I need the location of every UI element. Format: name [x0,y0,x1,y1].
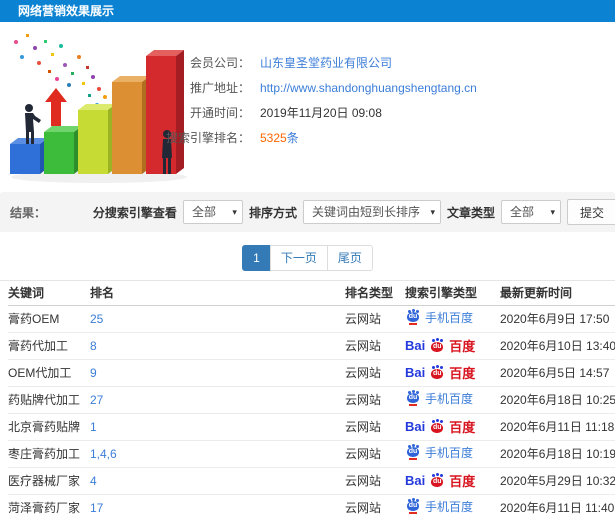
baidu-logo-badge: Bai du 百度 [405,473,476,489]
mobile-baidu-paw-icon: du [405,498,421,515]
engine-rank-unit[interactable]: 条 [287,131,299,145]
keyword-cell: 枣庄膏药加工 [8,440,90,468]
updated-time-cell: 2020年6月11日 11:40 [500,494,615,520]
keyword-cell: 药贴牌代加工 [8,386,90,414]
mobile-baidu-badge: du 手机百度 [405,390,473,407]
member-company-link[interactable]: 山东皇圣堂药业有限公司 [260,54,392,71]
baidu-logo-badge: Bai du 百度 [405,338,476,354]
page-title: 网络营销效果展示 [18,4,115,18]
updated-time-cell: 2020年6月11日 11:18 [500,413,615,441]
engine-filter-label: 分搜索引擎查看 [92,205,177,220]
table-row: 医疗器械厂家 4 云网站 Bai du 百度 2020年5月29日 10:32 [8,467,615,495]
promo-url-label: 推广地址： [189,81,250,95]
rank-type-cell: 云网站 [345,494,405,520]
engine-filter-select[interactable]: 全部 [182,200,243,224]
info-section: 会员公司： 山东皇圣堂药业有限公司 推广地址： http://www.shand… [0,22,615,188]
keyword-cell: OEM代加工 [8,359,90,387]
open-time-value: 2019年11月20日 09:08 [260,106,382,120]
promo-url-link[interactable]: http://www.shandonghuangshengtang.cn [260,81,477,95]
table-row: 药贴牌代加工 27 云网站 du 手机百度 2020年6月18日 10:25 [8,386,615,414]
rank-type-cell: 云网站 [345,467,405,495]
engine-type-cell: Bai du 百度 [405,467,500,495]
keyword-cell: 医疗器械厂家 [8,467,90,495]
rank-type-cell: 云网站 [345,440,405,468]
mobile-baidu-paw-icon: du [405,444,421,461]
submit-button[interactable]: 提交 [566,199,615,225]
rank-type-cell: 云网站 [345,305,405,333]
rank-type-cell: 云网站 [345,386,405,414]
baidu-logo-badge: Bai du 百度 [405,365,476,381]
rank-type-cell: 云网站 [345,413,405,441]
updated-time-cell: 2020年6月18日 10:19 [500,440,615,468]
baidu-paw-icon: du [429,473,445,489]
info-rows: 会员公司： 山东皇圣堂药业有限公司 推广地址： http://www.shand… [0,50,615,150]
page-button-current[interactable]: 1 [242,245,271,271]
col-engine-type: 搜索引擎类型 [405,281,500,306]
engine-type-cell: Bai du 百度 [405,332,500,360]
results-table: 关键词 排名 排名类型 搜索引擎类型 最新更新时间 膏药OEM 25 云网站 d… [0,280,615,520]
updated-time-cell: 2020年6月10日 13:40 [500,332,615,360]
mobile-baidu-paw-icon: du [405,309,421,326]
keyword-cell: 菏泽膏药厂家 [8,494,90,520]
page-button-next[interactable]: 下一页 [269,245,328,271]
mobile-baidu-badge: du 手机百度 [405,444,473,461]
engine-type-cell: Bai du 百度 [405,413,500,441]
filter-bar: 结果： 分搜索引擎查看 全部 排序方式 关键词由短到长排序 文章类型 全部 提交 [0,192,615,232]
keyword-cell: 膏药代加工 [8,332,90,360]
mobile-baidu-badge: du 手机百度 [405,309,473,326]
table-row: 枣庄膏药加工 1,4,6 云网站 du 手机百度 2020年6月18日 10:1… [8,440,615,468]
col-rank-type: 排名类型 [345,281,405,306]
rank-link[interactable]: 8 [90,339,97,353]
col-updated: 最新更新时间 [500,281,615,306]
result-label: 结果： [10,205,47,220]
mobile-baidu-paw-icon: du [405,390,421,407]
updated-time-cell: 2020年5月29日 10:32 [500,467,615,495]
baidu-paw-icon: du [429,419,445,435]
article-type-select[interactable]: 全部 [500,200,561,224]
table-row: 北京膏药贴牌 1 云网站 Bai du 百度 2020年6月11日 11:18 [8,413,615,441]
rank-link[interactable]: 25 [90,312,103,326]
engine-type-cell: du 手机百度 [405,440,500,468]
rank-type-cell: 云网站 [345,332,405,360]
rank-link[interactable]: 1,4,6 [90,447,117,461]
keyword-cell: 北京膏药贴牌 [8,413,90,441]
article-type-label: 文章类型 [446,205,495,220]
rank-link[interactable]: 9 [90,366,97,380]
results-table-body: 膏药OEM 25 云网站 du 手机百度 2020年6月9日 17:50 膏药代… [8,305,615,520]
rank-type-cell: 云网站 [345,359,405,387]
rank-link[interactable]: 27 [90,393,103,407]
table-row: OEM代加工 9 云网站 Bai du 百度 2020年6月5日 14:57 [8,359,615,387]
rank-link[interactable]: 1 [90,420,97,434]
member-company-label: 会员公司： [189,56,250,70]
header-bar: 网络营销效果展示 [0,0,615,22]
sort-filter-select[interactable]: 关键词由短到长排序 [302,200,441,224]
open-time-label: 开通时间： [189,106,250,120]
col-rank: 排名 [90,281,345,306]
keyword-cell: 膏药OEM [8,305,90,333]
baidu-paw-icon: du [429,338,445,354]
updated-time-cell: 2020年6月5日 14:57 [500,359,615,387]
engine-type-cell: du 手机百度 [405,386,500,414]
col-keyword: 关键词 [8,281,90,306]
pagination: 1 下一页 尾页 [0,245,615,271]
engine-rank-label: 搜索引擎排名： [165,131,250,145]
engine-type-cell: du 手机百度 [405,494,500,520]
baidu-paw-icon: du [429,365,445,381]
updated-time-cell: 2020年6月18日 10:25 [500,386,615,414]
rank-link[interactable]: 4 [90,474,97,488]
table-row: 膏药代加工 8 云网站 Bai du 百度 2020年6月10日 13:40 [8,332,615,360]
baidu-logo-badge: Bai du 百度 [405,419,476,435]
table-header-row: 关键词 排名 排名类型 搜索引擎类型 最新更新时间 [8,281,615,306]
sort-filter-label: 排序方式 [248,205,297,220]
updated-time-cell: 2020年6月9日 17:50 [500,305,615,333]
table-row: 膏药OEM 25 云网站 du 手机百度 2020年6月9日 17:50 [8,305,615,333]
mobile-baidu-badge: du 手机百度 [405,498,473,515]
engine-rank-count: 5325 [260,131,287,145]
engine-type-cell: Bai du 百度 [405,359,500,387]
table-row: 菏泽膏药厂家 17 云网站 du 手机百度 2020年6月11日 11:40 [8,494,615,520]
rank-link[interactable]: 17 [90,501,103,515]
page-button-last[interactable]: 尾页 [326,245,373,271]
engine-type-cell: du 手机百度 [405,305,500,333]
